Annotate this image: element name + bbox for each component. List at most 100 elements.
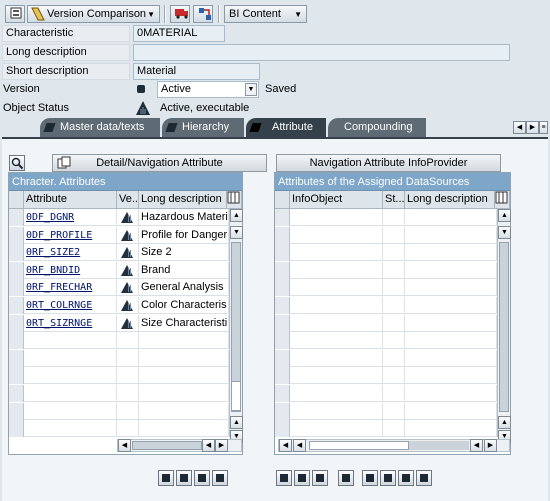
scroll-page-down-icon[interactable]: ▼ [230, 226, 243, 239]
attribute-cell[interactable] [24, 402, 117, 420]
transfer-up-button[interactable] [380, 470, 396, 486]
row-selector[interactable] [9, 402, 24, 420]
tab-scroll-left-icon[interactable]: ◀ [513, 121, 526, 134]
table-row[interactable] [9, 367, 229, 385]
scroll-left-icon[interactable]: ◀ [118, 439, 131, 452]
row-selector[interactable] [9, 209, 24, 226]
version-comparison-button[interactable]: Version Comparison ▼ [27, 5, 160, 23]
row-selector[interactable] [275, 244, 290, 262]
attribute-cell[interactable]: 0RF_SIZE2 [24, 244, 117, 262]
attribute-cell[interactable] [24, 367, 117, 385]
attribute-cell[interactable]: 0RF_FRECHAR [24, 279, 117, 297]
details-button[interactable] [294, 470, 310, 486]
table-row[interactable] [9, 332, 229, 350]
attribute-link[interactable]: 0RT_SIZRNGE [26, 318, 92, 329]
row-selector[interactable] [275, 314, 290, 332]
row-selector[interactable] [9, 420, 24, 438]
short-description-field[interactable]: Material [133, 63, 260, 80]
tab-master-data-texts[interactable]: Master data/texts [40, 118, 160, 137]
table-row[interactable] [275, 279, 497, 297]
table-row[interactable]: 0RF_FRECHAR General Analysis [9, 279, 229, 297]
table-settings-icon[interactable] [495, 191, 510, 209]
attribute-cell[interactable] [24, 385, 117, 402]
scroll-right-icon[interactable]: ▶ [484, 439, 497, 452]
row-selector[interactable] [9, 349, 24, 367]
transfer-first-button[interactable] [362, 470, 378, 486]
row-selector[interactable] [275, 279, 290, 297]
table-row[interactable] [275, 420, 497, 438]
scroll-right-icon[interactable]: ▶ [215, 439, 228, 452]
table-row[interactable] [9, 402, 229, 420]
scroll-left-small-icon[interactable]: ◀ [202, 439, 215, 452]
row-selector[interactable] [275, 367, 290, 385]
table-row[interactable] [9, 420, 229, 438]
row-selector[interactable] [9, 261, 24, 279]
table-row[interactable] [275, 332, 497, 350]
table-row[interactable]: 0RF_SIZE2 Size 2 [9, 244, 229, 262]
row-selector[interactable] [275, 226, 290, 244]
move-up-button[interactable] [176, 470, 192, 486]
attribute-link[interactable]: 0RF_FRECHAR [26, 282, 92, 293]
scroll-up-icon[interactable]: ▲ [230, 209, 243, 222]
row-selector[interactable] [275, 261, 290, 279]
scroll-page-up-icon[interactable]: ▲ [230, 416, 243, 429]
row-selector[interactable] [9, 332, 24, 350]
horizontal-scroll-thumb[interactable] [309, 441, 409, 450]
attribute-cell[interactable]: 0DF_DGNR [24, 209, 117, 226]
search-button[interactable] [9, 155, 25, 171]
horizontal-scroll-thumb[interactable] [132, 441, 202, 450]
horizontal-scroll-track[interactable] [409, 441, 469, 450]
scroll-up-icon[interactable]: ▲ [498, 209, 511, 222]
select-all-header[interactable] [275, 191, 290, 209]
table-row[interactable] [275, 226, 497, 244]
row-selector[interactable] [9, 367, 24, 385]
tab-list-icon[interactable]: ≡ [539, 121, 548, 134]
tab-scroll-right-icon[interactable]: ▶ [526, 121, 539, 134]
horizontal-scrollbar[interactable]: ◀ ◀ ◀ ▶ [278, 439, 510, 452]
hierarchy-button[interactable] [193, 5, 213, 23]
version-select[interactable]: Active ▼ [157, 81, 259, 98]
row-selector[interactable] [275, 349, 290, 367]
table-row[interactable] [275, 349, 497, 367]
scroll-left-small-icon[interactable]: ◀ [470, 439, 483, 452]
row-selector[interactable] [9, 226, 24, 244]
transport-button[interactable] [170, 5, 190, 23]
scroll-thumb[interactable] [231, 381, 241, 411]
transfer-down-button[interactable] [398, 470, 414, 486]
attribute-cell[interactable]: 0RF_BNDID [24, 261, 117, 279]
select-all-header[interactable] [9, 191, 24, 209]
attribute-cell[interactable] [24, 332, 117, 350]
row-selector[interactable] [275, 420, 290, 438]
scroll-left-page-icon[interactable]: ◀ [293, 439, 306, 452]
row-selector[interactable] [275, 332, 290, 350]
attribute-link[interactable]: 0RT_COLRNGE [26, 300, 92, 311]
bi-content-button[interactable]: BI Content ▼ [224, 5, 307, 23]
table-row[interactable] [275, 367, 497, 385]
scroll-page-down-icon[interactable]: ▼ [498, 226, 511, 239]
chevron-down-icon[interactable]: ▼ [245, 83, 257, 96]
table-row[interactable] [9, 385, 229, 402]
expand-button[interactable] [312, 470, 328, 486]
table-row[interactable] [275, 297, 497, 314]
attribute-link[interactable]: 0RF_SIZE2 [26, 247, 80, 258]
table-row[interactable]: 0RF_BNDID Brand [9, 261, 229, 279]
attribute-cell[interactable] [24, 420, 117, 438]
move-last-button[interactable] [212, 470, 228, 486]
scroll-left-icon[interactable]: ◀ [279, 439, 292, 452]
vertical-scrollbar[interactable]: ▲ ▼ ▲ ▼ [229, 209, 243, 443]
scroll-track[interactable] [499, 242, 509, 412]
column-header-infoobject[interactable]: InfoObject [290, 191, 383, 209]
row-selector[interactable] [275, 297, 290, 314]
move-down-button[interactable] [194, 470, 210, 486]
attribute-link[interactable]: 0DF_PROFILE [26, 230, 92, 241]
row-selector[interactable] [275, 402, 290, 420]
table-row[interactable]: 0RT_COLRNGE Color Characteris [9, 297, 229, 314]
table-row[interactable] [275, 244, 497, 262]
table-row[interactable]: 0DF_PROFILE Profile for Danger [9, 226, 229, 244]
column-header-status[interactable]: St... [383, 191, 405, 209]
table-row[interactable] [275, 261, 497, 279]
column-header-attribute[interactable]: Attribute [24, 191, 117, 209]
attribute-cell[interactable]: 0RT_COLRNGE [24, 297, 117, 314]
attribute-cell[interactable] [24, 349, 117, 367]
tab-hierarchy[interactable]: Hierarchy [162, 118, 244, 137]
